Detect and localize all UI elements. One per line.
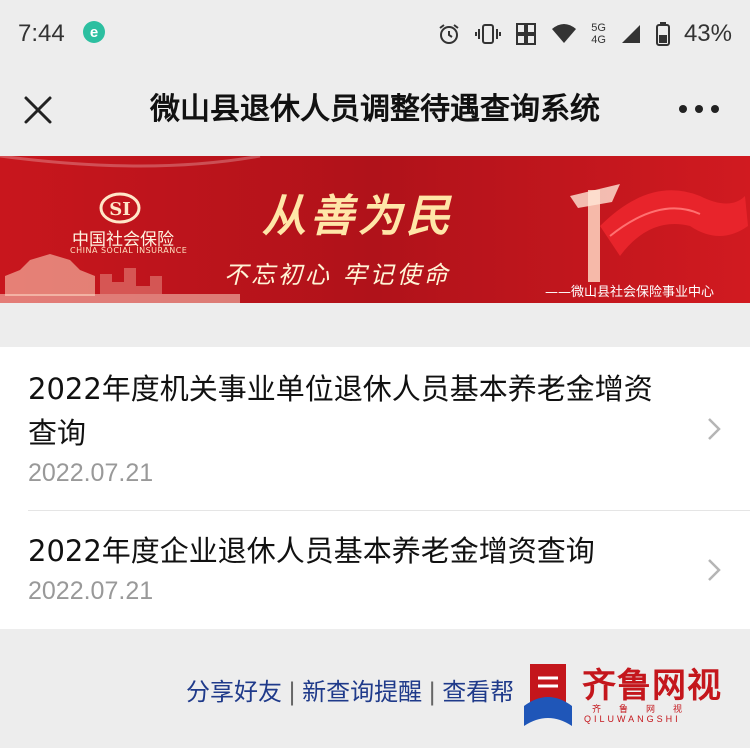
more-icon[interactable] — [676, 102, 722, 116]
status-bar: 7:44 e 5G 4G 43% — [0, 0, 750, 70]
banner-slogan-sub: 不忘初心 牢记使命 — [224, 261, 451, 289]
watermark-title: 齐鲁网视 — [582, 666, 722, 706]
banner: SI 中国社会保险 CHINA SOCIAL INSURANCE 从善为民 不忘… — [0, 156, 750, 303]
nav-bar: 微山县退休人员调整待遇查询系统 — [0, 70, 750, 150]
list-item-title: 2022年度机关事业单位退休人员基本养老金增资查询 — [28, 372, 653, 450]
chevron-right-icon — [708, 559, 721, 581]
list-item-date: 2022.07.21 — [28, 577, 154, 605]
status-time: 7:44 — [18, 20, 65, 47]
watermark-logo-icon — [524, 664, 572, 726]
footer-links: 分享好友 | 新查询提醒 | 查看帮 — [186, 672, 514, 707]
alarm-icon — [439, 24, 459, 44]
wifi-icon — [552, 24, 577, 43]
close-icon[interactable] — [18, 90, 58, 130]
list-item-title: 2022年度企业退休人员基本养老金增资查询 — [28, 534, 595, 568]
chevron-right-icon — [708, 418, 721, 440]
new-query-remind-link[interactable]: 新查询提醒 — [302, 678, 422, 706]
watermark: 齐鲁网视 齐鲁网视 QILUWANGSHI — [520, 658, 730, 730]
network-type: 5G 4G — [591, 22, 606, 46]
browser-app-icon: e — [83, 21, 105, 43]
vibrate-icon — [475, 24, 502, 44]
status-icons: 5G 4G 43% — [437, 18, 732, 50]
banner-organization: ——微山县社会保险事业中心 — [545, 285, 715, 300]
separator: | — [288, 678, 297, 706]
page-title: 微山县退休人员调整待遇查询系统 — [150, 92, 600, 127]
battery-percent: 43% — [683, 20, 732, 47]
battery-icon — [655, 22, 670, 46]
banner-logo-sub: CHINA SOCIAL INSURANCE — [70, 246, 188, 255]
nfc-icon — [516, 23, 537, 45]
help-link[interactable]: 查看帮 — [442, 678, 514, 706]
banner-slogan-main: 从善为民 — [262, 191, 454, 242]
separator: | — [428, 678, 437, 706]
list-item-date: 2022.07.21 — [28, 459, 154, 487]
list-item[interactable]: 2022年度机关事业单位退休人员基本养老金增资查询 2022.07.21 — [0, 347, 750, 511]
svg-text:e: e — [90, 24, 98, 41]
watermark-sub-en: QILUWANGSHI — [584, 714, 681, 724]
query-list: 2022年度机关事业单位退休人员基本养老金增资查询 2022.07.21 202… — [0, 347, 750, 629]
share-link[interactable]: 分享好友 — [186, 678, 282, 706]
list-item[interactable]: 2022年度企业退休人员基本养老金增资查询 2022.07.21 — [0, 511, 750, 629]
svg-text:SI: SI — [109, 199, 130, 220]
signal-icon — [621, 25, 640, 43]
